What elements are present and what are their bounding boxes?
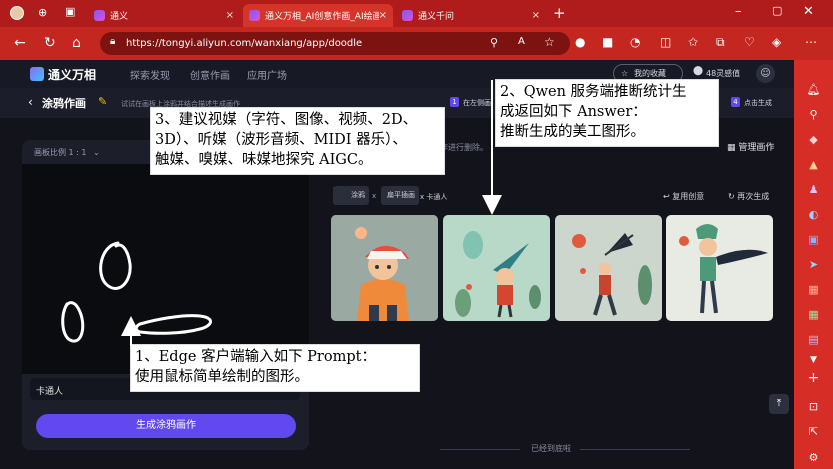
annotation-arrows <box>121 80 502 346</box>
